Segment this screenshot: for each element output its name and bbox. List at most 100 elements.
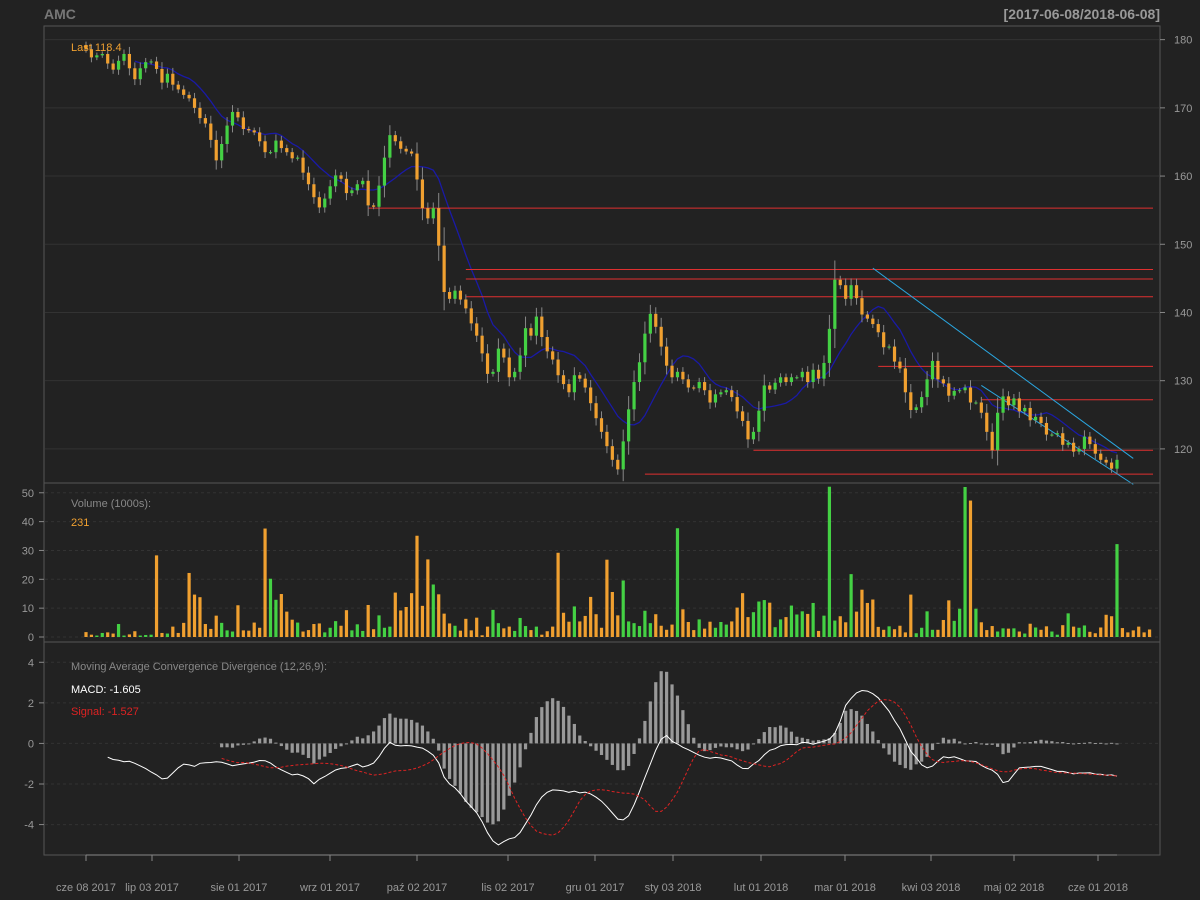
volume-bar — [762, 600, 766, 637]
volume-bar — [816, 630, 821, 637]
candle-down — [1044, 422, 1049, 435]
candle-down — [968, 387, 973, 403]
candle-down — [578, 375, 582, 379]
volume-bar — [420, 605, 425, 637]
macd-y-tick-label: -2 — [24, 779, 34, 791]
volume-bar — [176, 632, 180, 637]
macd-histogram-bar — [686, 724, 690, 744]
macd-histogram-bar — [534, 717, 538, 744]
volume-bar — [382, 627, 387, 637]
volume-bar — [757, 601, 761, 637]
volume-title: Volume (1000s): — [71, 498, 151, 510]
volume-bar — [1088, 631, 1092, 637]
macd-histogram-bar — [393, 717, 397, 744]
volume-bar — [589, 596, 593, 637]
macd-histogram-bar — [996, 743, 1000, 747]
volume-bar — [306, 630, 311, 637]
candle-down — [898, 361, 902, 369]
candle-up — [724, 390, 728, 393]
volume-bar — [996, 631, 1000, 637]
volume-bar — [909, 594, 913, 637]
volume-bar — [496, 623, 500, 637]
price-y-tick-label: 120 — [1174, 444, 1192, 456]
volume-bar — [344, 610, 349, 637]
candle-down — [258, 132, 262, 142]
macd-histogram-bar — [1017, 742, 1021, 744]
candle-down — [985, 412, 989, 432]
volume-bar — [800, 611, 804, 637]
last-price-label: Last 118.4 — [71, 42, 122, 54]
candle-up — [523, 328, 528, 356]
volume-bar — [675, 528, 680, 637]
candle-down — [366, 180, 370, 206]
volume-bar — [871, 599, 875, 637]
volume-bar — [296, 622, 300, 637]
volume-bar — [469, 630, 473, 637]
candle-down — [437, 208, 441, 246]
macd-histogram-bar — [453, 743, 457, 786]
macd-value-label: MACD: -1.605 — [71, 684, 141, 696]
candle-down — [182, 89, 186, 95]
volume-bar — [773, 627, 777, 637]
macd-histogram-bar — [236, 743, 240, 746]
x-tick-label: cze 08 2017 — [56, 882, 116, 894]
candle-down — [659, 326, 663, 347]
volume-bar — [1039, 629, 1043, 637]
candle-down — [127, 53, 132, 69]
candle-down — [475, 323, 479, 336]
volume-bar — [567, 621, 571, 637]
macd-histogram-bar — [844, 710, 848, 744]
volume-bar — [708, 621, 712, 637]
chart-date-range: [2017-06-08/2018-06-08] — [1004, 6, 1160, 22]
volume-bar — [551, 626, 555, 637]
macd-histogram-bar — [1028, 742, 1032, 744]
candle-up — [100, 53, 104, 56]
candle-down — [111, 63, 115, 70]
candle-up — [719, 392, 723, 395]
volume-bar — [106, 632, 110, 637]
volume-bar — [475, 617, 479, 637]
candle-up — [149, 61, 153, 63]
macd-histogram-bar — [426, 731, 430, 744]
volume-bar — [681, 609, 685, 637]
candle-up — [762, 385, 766, 411]
candle-down — [371, 205, 376, 207]
volume-bar — [263, 528, 267, 637]
volume-bar — [312, 624, 316, 637]
volume-bar — [507, 626, 511, 637]
volume-bar — [1142, 632, 1146, 637]
volume-bar — [154, 555, 159, 637]
volume-bar — [122, 635, 126, 637]
volume-bar — [230, 631, 235, 637]
macd-histogram-bar — [958, 741, 962, 744]
volume-bar — [1028, 623, 1032, 637]
price-y-tick-label: 160 — [1174, 171, 1192, 183]
volume-bar — [1044, 626, 1049, 637]
macd-histogram-bar — [892, 743, 897, 762]
macd-histogram-bar — [735, 743, 739, 750]
candle-down — [1071, 442, 1076, 452]
volume-bar — [1071, 626, 1076, 637]
macd-histogram-bar — [952, 738, 956, 744]
candle-up — [637, 362, 642, 383]
volume-bar — [887, 626, 891, 637]
macd-histogram-bar — [865, 723, 869, 744]
macd-histogram-bar — [366, 735, 370, 744]
candle-up — [1050, 434, 1054, 436]
candle-up — [296, 157, 300, 159]
macd-histogram-bar — [887, 743, 891, 755]
candle-up — [1012, 398, 1016, 406]
macd-histogram-bar — [344, 743, 349, 745]
volume-bar — [409, 593, 414, 637]
volume-bar — [1104, 614, 1108, 637]
candle-down — [442, 245, 446, 293]
macd-histogram-bar — [1109, 742, 1114, 744]
volume-y-tick-label: 0 — [28, 632, 34, 644]
candle-down — [567, 384, 571, 393]
volume-bar — [415, 535, 419, 637]
macd-histogram-bar — [241, 743, 245, 745]
volume-bar — [882, 629, 886, 637]
candle-down — [990, 431, 994, 451]
volume-bar — [355, 624, 359, 637]
volume-bar — [301, 631, 305, 637]
